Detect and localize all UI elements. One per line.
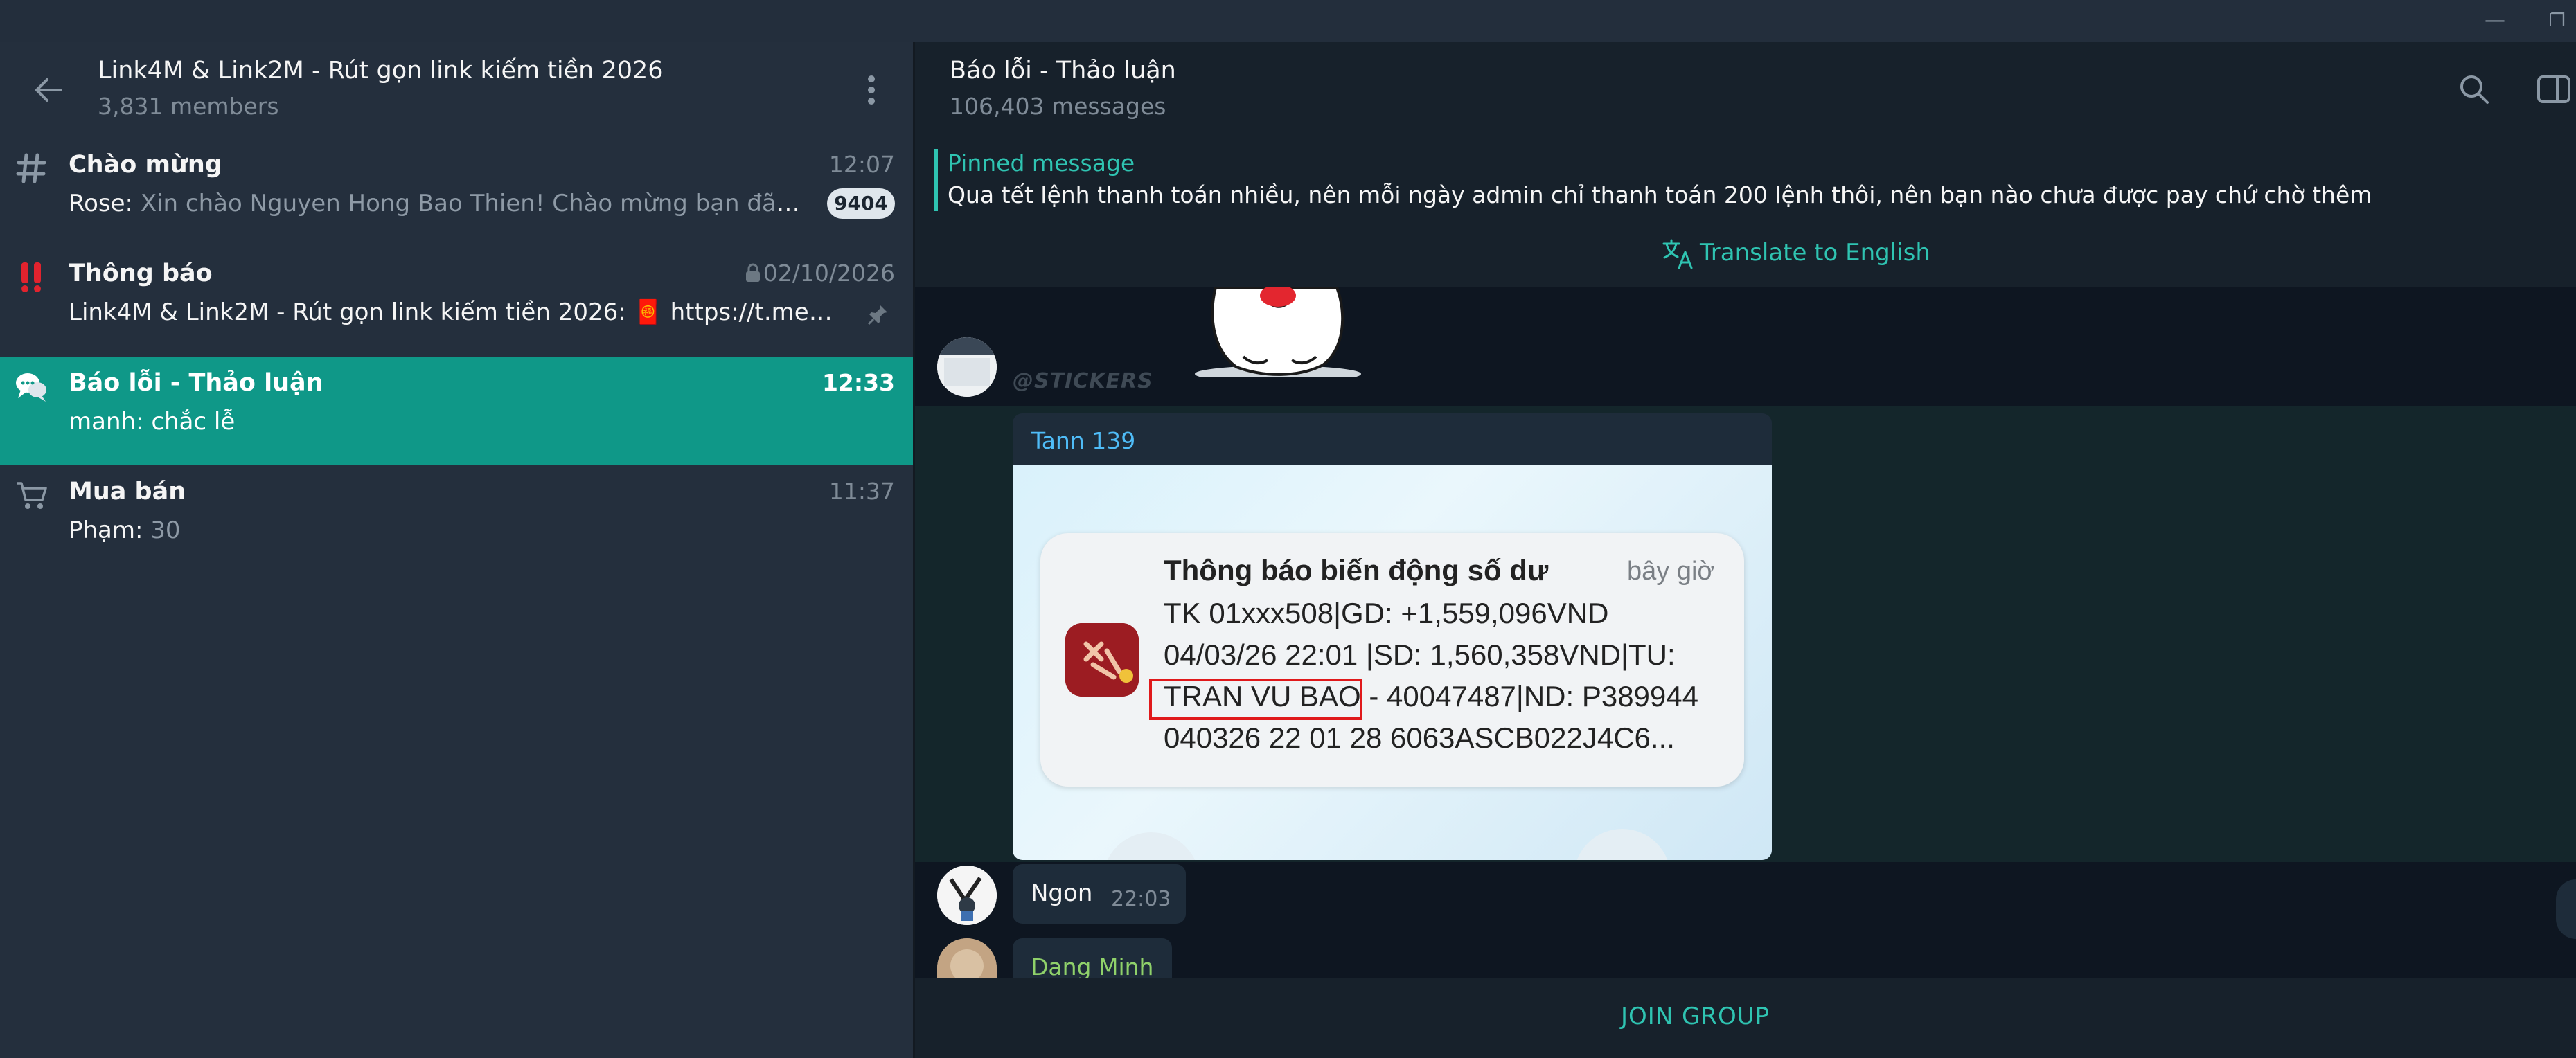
topic-name: Mua bán [69,478,186,505]
message-sender[interactable]: Tann 139 [1031,427,1135,454]
group-header: Link4M & Link2M - Rút gọn link kiếm tiền… [0,42,913,138]
bank-notification-card: Thông báo biến động số dư bây giờ TK 01x… [1040,533,1744,787]
notification-line: TK 01xxx508|GD: +1,559,096VND [1164,597,1609,629]
unread-badge: 9404 [827,188,895,219]
pinned-indicator-bar [934,149,938,211]
avatar[interactable] [937,866,997,925]
shopping-cart-icon [14,478,48,512]
message-bubble[interactable]: Ngon 22:03 [1013,864,1186,924]
exclamation-icon [14,260,48,294]
speech-bubbles-icon [14,369,48,404]
photo-decoration [1103,832,1200,860]
sticker-watermark: @STICKERS [1013,369,1153,393]
bank-app-icon [1065,623,1139,697]
notification-time: bây giờ [1627,557,1715,586]
chat-header: Báo lỗi - Thảo luận 106,403 messages [915,42,2576,138]
minimize-button[interactable]: — [2481,7,2509,35]
translate-label: Translate to English [1700,239,1930,267]
topic-preview: Rose: Xin chào Nguyen Hong Bao Thien! Ch… [69,190,803,217]
group-title[interactable]: Link4M & Link2M - Rút gọn link kiếm tiền… [98,57,664,84]
notification-title: Thông báo biến động số dư [1164,554,1549,586]
topic-time: 11:37 [828,478,895,505]
topic-item-chao-mung[interactable]: Chào mừng 12:07 Rose: Xin chào Nguyen Ho… [0,138,913,247]
topic-time: 12:33 [821,369,895,396]
topic-name: Chào mừng [69,151,222,179]
topic-name: Thông báo [69,260,213,287]
sidebar-toggle-icon[interactable] [2536,72,2570,107]
chat-title[interactable]: Báo lỗi - Thảo luận [950,57,1176,84]
message-bubble[interactable]: Dang Minh [1013,938,1172,980]
pinned-label: Pinned message [948,150,1135,177]
chat-message-count: 106,403 messages [950,93,1166,120]
topic-preview: manh: chắc lễ [69,408,236,436]
hash-icon [14,151,48,186]
window-title-bar [0,0,2576,42]
message-time: 22:03 [1111,887,1171,911]
translate-bar[interactable]: Translate to English [915,222,2576,289]
message-sender[interactable]: Dang Minh [1031,953,1153,980]
message-text: Ngon [1031,879,1093,907]
topic-preview: Link4M & Link2M - Rút gọn link kiếm tiền… [69,298,837,326]
topic-item-thong-bao[interactable]: Thông báo 02/10/2026 Link4M & Link2M - R… [0,247,913,356]
avatar[interactable] [937,337,997,397]
join-group-button[interactable]: JOIN GROUP [1621,1003,1770,1030]
pinned-message[interactable]: Pinned message Qua tết lệnh thanh toán n… [915,138,2576,222]
topic-name: Báo lỗi - Thảo luận [69,369,323,397]
lock-icon [744,262,762,283]
sticker-image[interactable] [1195,287,1361,377]
group-member-count: 3,831 members [98,93,279,120]
translate-icon [1661,237,1696,271]
scroll-down-button[interactable] [2556,879,2576,939]
join-bar: JOIN GROUP [915,978,2576,1058]
highlight-box [1149,679,1362,720]
maximize-button[interactable]: ❐ [2543,7,2571,35]
photo-decoration [1574,829,1671,860]
back-arrow-icon[interactable] [28,69,69,111]
topic-item-mua-ban[interactable]: Mua bán 11:37 Phạm: 30 [0,465,913,574]
topic-time: 02/10/2026 [763,260,895,287]
topic-time: 12:07 [828,151,895,178]
topic-item-bao-loi[interactable]: Báo lỗi - Thảo luận 12:33 manh: chắc lễ [0,357,913,465]
search-icon[interactable] [2457,72,2491,107]
notification-line: 040326 22 01 28 6063ASCB022J4C6... [1164,721,1675,754]
notification-line: 04/03/26 22:01 |SD: 1,560,358VND|TU: [1164,638,1676,671]
topic-preview: Phạm: 30 [69,517,181,544]
pinned-text: Qua tết lệnh thanh toán nhiều, nên mỗi n… [948,181,2372,208]
pin-icon [867,303,890,326]
more-menu-icon[interactable] [858,69,885,111]
